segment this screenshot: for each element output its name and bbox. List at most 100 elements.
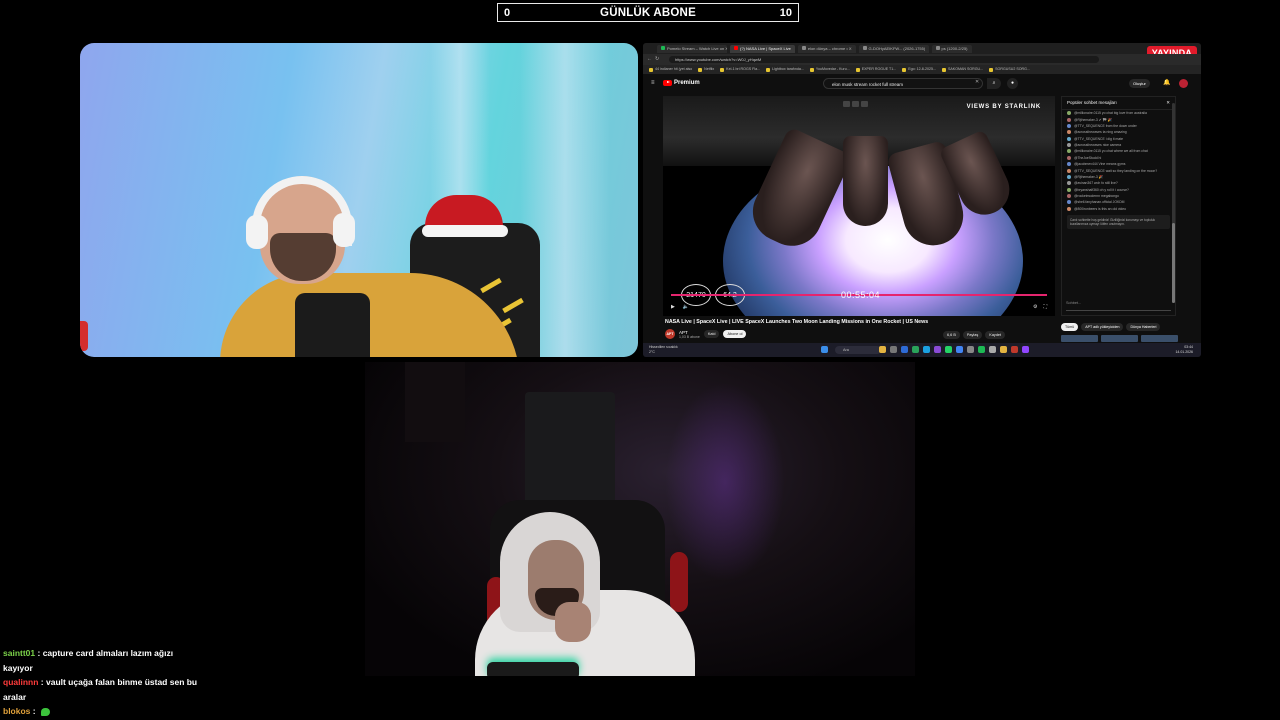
join-button[interactable]: Katıl [703,330,720,338]
chat-avatar [1067,187,1071,192]
chat-message-text: @bryanshalf360 oh y roll it i course? [1074,187,1129,192]
spotify-icon[interactable] [978,346,985,353]
chat-avatar [1067,130,1071,135]
browser-tab-strip: Pomelo Stream – Watch Live on X (?) NASA … [643,43,1201,54]
clear-search-icon[interactable]: ✕ [975,79,979,85]
weather-widget[interactable]: Hissedilen sıcaklık 2°C [649,345,678,354]
back-icon[interactable]: ← [647,56,652,63]
browser-tab[interactable]: ps (1200-2/25) [931,44,972,53]
app-icon[interactable] [1000,346,1007,353]
volume-icon[interactable]: 🔈 [683,304,689,310]
video-title: NASA Live | SpaceX Live | LIVE SpaceX La… [665,319,929,325]
app-icon[interactable] [923,346,930,353]
play-icon[interactable]: ▶ [671,304,675,310]
chat-message-text: @Rjthemaker-3 🎉 [1074,174,1103,179]
chat-message-text: @shell.fanyhanan.official JOKDM [1074,200,1125,205]
bookmark-item[interactable]: YouMovedar - Kuru... [809,67,850,72]
fullscreen-icon[interactable]: ⛶ [1043,304,1047,310]
app-icon[interactable] [967,346,974,353]
browser-tab[interactable]: elon dünya – chrome • X [797,44,856,53]
chat-username[interactable]: saintt01 [3,648,35,658]
video-player[interactable]: VIEWS BY STARLINK 21470 64.2 00:55:04 ▶ … [663,96,1055,316]
app-icon[interactable] [1011,346,1018,353]
search-icon[interactable]: ⌕ [987,78,1001,89]
like-button[interactable]: 6,6 B [943,331,960,339]
bookmark-icon [720,67,725,72]
folder-icon[interactable] [879,346,886,353]
related-thumbnails[interactable] [1061,335,1178,342]
settings-icon[interactable]: ⚙ [1033,304,1037,310]
reload-icon[interactable]: ↻ [655,56,659,63]
stream-chat-overlay: saintt01 : capture card almaları lazım a… [3,646,203,719]
browser-tab[interactable]: (?) NASA Live | SpaceX Live [730,44,795,53]
chat-avatar [1067,174,1071,179]
chat-emote-icon [40,708,50,717]
close-chat-icon[interactable]: ✕ [1166,100,1170,106]
chat-filter-tab[interactable]: APT adlı yükleyiciden [1081,323,1124,331]
share-button[interactable]: Paylaş [962,331,983,339]
bookmark-item[interactable]: Ego: 12-8-2025... [902,67,936,72]
app-icon[interactable] [989,346,996,353]
chat-filter-tab[interactable]: Dünya Haberleri [1126,323,1161,331]
bookmark-item[interactable]: EXPER ROGUE T1... [855,67,897,72]
screen-capture: Pomelo Stream – Watch Live on X (?) NASA … [643,43,1201,357]
channel-avatar[interactable]: APT [665,329,675,339]
youtube-search-input[interactable]: elon musk stream rocket full stream [823,78,983,89]
chat-header[interactable]: Popüler sohbet mesajları [1067,100,1117,106]
chat-input[interactable]: Sohbet... [1066,301,1171,311]
app-icon[interactable] [1022,346,1029,353]
youtube-header: ≡ Premium elon musk stream rocket full s… [643,74,1201,94]
bookmark-item[interactable]: Lightbox tarafında... [766,67,804,72]
chat-filter-tab[interactable]: Tümü [1061,323,1079,331]
channel-subs: 1,03 B abone [679,334,700,339]
player-top-controls [843,101,868,107]
bookmark-item[interactable]: SAKOMAN SORGU... [942,67,983,72]
chat-username[interactable]: blokos [3,706,30,716]
bookmark-item[interactable]: Kel-1 bri ROGS Fla... [720,67,760,72]
clock-date: 14.01.2026 [1175,349,1193,354]
app-icon[interactable] [890,346,897,353]
mic-icon[interactable]: ● [1007,78,1018,89]
browser-tab[interactable]: Pomelo Stream – Watch Live on X [657,44,727,53]
chat-avatar [1067,149,1071,154]
create-button[interactable]: Oluştur [1129,79,1150,88]
chat-message-text: @jacobmev444 Vine means gyms [1074,162,1126,167]
taskbar-clock[interactable]: 03:44 14.01.2026 [1175,345,1193,354]
bookmark-icon [989,67,994,72]
chat-avatar [1067,168,1071,173]
bookmark-item[interactable]: 44 indianer hit (yet also [649,67,692,72]
chat-username[interactable]: qualinnn [3,677,38,687]
address-bar: ← ↻ https://www.youtube.com/watch?v=W0J_… [643,54,1201,65]
tab-label: elon dünya – chrome • X [807,45,852,51]
youtube-logo[interactable]: Premium [663,80,700,86]
chat-message-text: @millionaire.0115 yo chat where we all f… [1074,149,1148,154]
menu-icon[interactable]: ≡ [651,80,655,86]
taskbar-search[interactable]: Ara [835,346,881,354]
tab-favicon-icon [862,46,867,51]
start-icon[interactable] [821,346,828,353]
app-icon[interactable] [912,346,919,353]
avatar[interactable] [1179,79,1188,88]
url-input[interactable]: https://www.youtube.com/watch?v=W0J_yHqw… [669,56,1099,63]
bookmark-item[interactable]: Netflix [698,67,714,72]
chat-line: saintt01 : capture card almaları lazım a… [3,646,203,675]
bookmark-item[interactable]: SORGUSU2 SORG... [989,67,1030,72]
bookmark-icon [902,67,907,72]
subscribe-button[interactable]: Abone ol [723,330,747,338]
chat-message-text: @millionaire.0115 yo chat big love from … [1074,111,1147,116]
tab-favicon-icon [734,46,738,51]
chrome-icon[interactable] [956,346,963,353]
webcam-streamer [365,362,915,676]
whatsapp-icon[interactable] [945,346,952,353]
chat-avatar [1067,143,1071,148]
bookmark-icon [698,67,703,72]
app-icon[interactable] [934,346,941,353]
chat-scrollbar[interactable] [1172,103,1175,303]
browser-tab[interactable]: G-DOHyAEIKFW... (2026-1755) [858,44,929,53]
save-button[interactable]: Kaydet [985,331,1006,339]
chat-avatar [1067,117,1071,122]
bookmark-label: EXPER ROGUE T1... [861,67,897,72]
notifications-icon[interactable]: 🔔 [1163,79,1170,86]
goal-target: 10 [779,6,792,19]
app-icon[interactable] [901,346,908,353]
